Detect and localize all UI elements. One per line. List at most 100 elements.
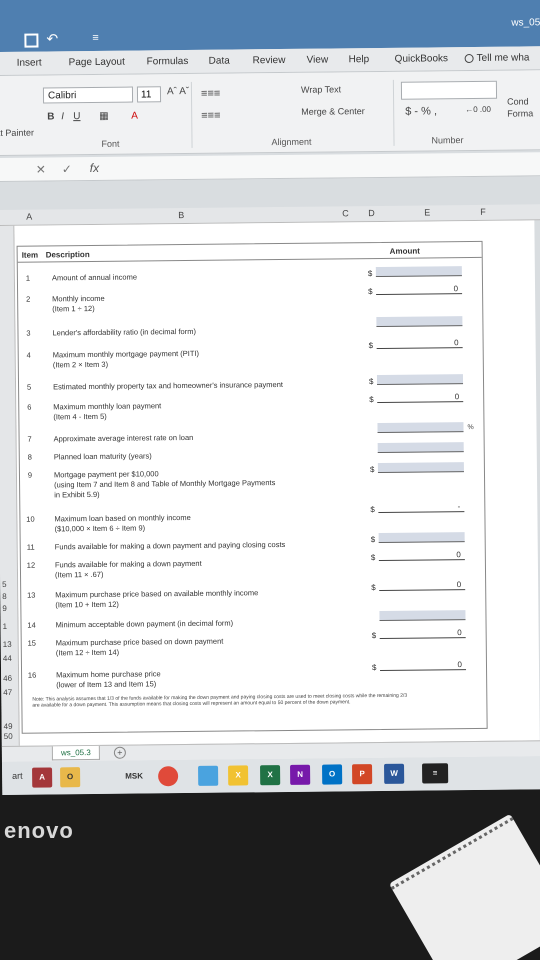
row-number[interactable]: 13	[3, 640, 12, 649]
amount-value: 0	[378, 550, 465, 562]
amount-value: 0	[379, 628, 466, 639]
group-label-number: Number	[431, 135, 464, 146]
excel-icon[interactable]: X	[260, 765, 281, 786]
row-number[interactable]: 8	[2, 592, 7, 601]
merge-center-button[interactable]: Merge & Center	[301, 106, 365, 117]
folder-icon[interactable]: X	[228, 765, 249, 786]
column-header[interactable]: B	[178, 210, 184, 220]
align-top-icon[interactable]: ≡≡≡	[201, 88, 220, 100]
enter-icon[interactable]: ✓	[62, 162, 72, 176]
formula-bar: ✕ ✓ fx	[0, 152, 540, 182]
column-header[interactable]: A	[26, 212, 32, 222]
undo-icon[interactable]: ↶	[46, 30, 58, 47]
amount-input[interactable]	[377, 422, 464, 434]
row-number[interactable]: 47	[3, 688, 12, 697]
align-left-icon[interactable]: ≡≡≡	[201, 110, 220, 122]
table-footnote: Note: This analysis assumes that 1/3 of …	[32, 692, 408, 709]
row-number[interactable]: 49	[4, 722, 13, 731]
column-header[interactable]: F	[480, 207, 486, 217]
underline-button[interactable]: U	[73, 111, 80, 122]
borders-icon[interactable]: ▦	[99, 111, 109, 122]
save-icon[interactable]	[24, 33, 39, 48]
font-name-dropdown[interactable]: Calibri	[42, 86, 134, 104]
amount-input[interactable]	[377, 462, 464, 474]
home-affordability-table: Item Description Amount 1 Amount of annu…	[16, 240, 488, 734]
tell-me-search[interactable]: Tell me wha	[464, 52, 530, 64]
item-formula: (Item 2 × Item 3)	[52, 359, 109, 370]
amount-value: 0	[377, 392, 464, 404]
outlook-icon[interactable]: O	[322, 764, 343, 785]
font-color-icon[interactable]: A	[131, 110, 138, 121]
item-formula: (Item 4 - Item 5)	[53, 411, 107, 422]
row-number[interactable]: 1	[3, 622, 8, 631]
dollar-sign: $	[368, 377, 374, 387]
row-number[interactable]: 9	[2, 604, 7, 613]
dollar-sign: $	[370, 535, 376, 545]
start-button[interactable]: art	[12, 771, 23, 781]
chrome-icon[interactable]	[158, 766, 179, 787]
file-explorer-icon[interactable]: O	[60, 767, 81, 788]
fx-icon[interactable]: fx	[90, 161, 99, 175]
terminal-icon[interactable]: ≡	[422, 763, 449, 784]
dollar-sign: $	[367, 269, 373, 279]
amount-input[interactable]	[378, 532, 465, 544]
quick-access-toolbar-icon[interactable]: ≡	[92, 32, 99, 44]
amount-input[interactable]	[375, 266, 462, 278]
item-description: Lender's affordability ratio (in decimal…	[52, 326, 196, 338]
monitor-screen: ↶ ≡ ws_05 Insert Page Layout Formulas Da…	[0, 0, 540, 795]
italic-button[interactable]: I	[61, 111, 64, 122]
tab-insert[interactable]: Insert	[17, 58, 42, 69]
format-painter-button[interactable]: at Painter	[0, 128, 34, 138]
dollar-sign: $	[369, 465, 375, 475]
msk-app-icon[interactable]: MSK	[122, 766, 146, 786]
row-number[interactable]: 46	[3, 674, 12, 683]
tab-quickbooks[interactable]: QuickBooks	[395, 53, 448, 65]
font-size-dropdown[interactable]: 11	[136, 86, 162, 103]
amount-input[interactable]	[379, 610, 466, 621]
group-label-font: Font	[101, 138, 120, 149]
row-number[interactable]: 50	[4, 732, 13, 741]
number-format-dropdown[interactable]	[400, 80, 498, 100]
amount-input[interactable]	[376, 316, 463, 328]
dollar-sign: $	[369, 395, 374, 405]
cancel-icon[interactable]: ✕	[36, 162, 46, 176]
windows-store-icon[interactable]	[198, 765, 219, 786]
word-icon[interactable]: W	[384, 763, 405, 784]
amount-value: 0	[379, 660, 467, 671]
tab-data[interactable]: Data	[209, 56, 230, 67]
format-as-table-button[interactable]: Forma	[507, 108, 533, 118]
tab-page-layout[interactable]: Page Layout	[69, 57, 125, 69]
bold-button[interactable]: B	[47, 111, 54, 122]
amount-input[interactable]	[376, 374, 464, 386]
number-format-symbols[interactable]: $ - % ,	[405, 105, 437, 117]
item-number: 14	[27, 620, 36, 630]
amount-value: 0	[379, 580, 466, 591]
table-header: Item Description Amount	[17, 241, 482, 263]
access-app-icon[interactable]: A	[32, 767, 53, 788]
column-header[interactable]: D	[368, 208, 375, 218]
tab-help[interactable]: Help	[349, 54, 370, 65]
amount-input[interactable]	[377, 442, 464, 454]
tab-review[interactable]: Review	[253, 55, 286, 66]
sheet-tab-ws-05-3[interactable]: ws_05.3	[51, 745, 100, 761]
header-amount: Amount	[389, 246, 420, 256]
item-number: 10	[26, 514, 35, 524]
worksheet-grid[interactable]: Item Description Amount 1 Amount of annu…	[14, 220, 540, 746]
tab-formulas[interactable]: Formulas	[147, 56, 189, 67]
onenote-icon[interactable]: N	[290, 764, 311, 785]
tab-view[interactable]: View	[307, 55, 329, 66]
item-formula: ($10,000 × Item 6 ÷ Item 9)	[54, 523, 146, 534]
column-header[interactable]: C	[342, 208, 349, 218]
decimal-icon[interactable]: ←0 .00	[465, 105, 491, 114]
item-number: 13	[27, 590, 36, 600]
row-number[interactable]: 5	[2, 580, 7, 589]
row-number[interactable]: 44	[3, 654, 12, 663]
conditional-formatting-button[interactable]: Cond	[507, 96, 529, 106]
wrap-text-button[interactable]: Wrap Text	[301, 84, 341, 94]
group-label-alignment: Alignment	[271, 136, 312, 148]
add-sheet-icon[interactable]: +	[113, 746, 126, 759]
column-header[interactable]: E	[424, 207, 430, 217]
ribbon-home: at Painter Calibri 11 Aˆ Aˇ B I U ▦ A ≡≡…	[0, 70, 540, 156]
font-grow-icon[interactable]: Aˆ Aˇ	[167, 86, 189, 97]
powerpoint-icon[interactable]: P	[352, 764, 373, 785]
